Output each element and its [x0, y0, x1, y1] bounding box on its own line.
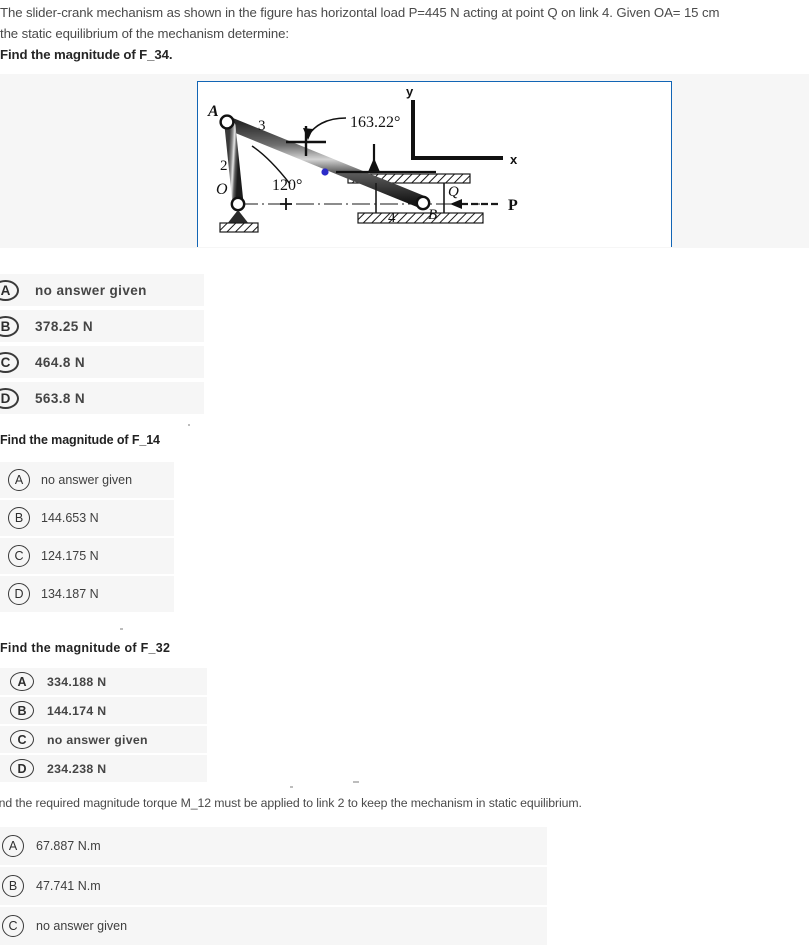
- option-letter: C: [8, 545, 30, 567]
- prompt-question-f34: Find the magnitude of F_34.: [0, 47, 173, 62]
- option-label: 124.175 N: [41, 549, 99, 563]
- prompt-line-1: The slider-crank mechanism as shown in t…: [0, 5, 720, 20]
- option-letter: C: [0, 351, 19, 373]
- label-point-q: Q: [448, 184, 459, 200]
- option-letter: A: [8, 469, 30, 491]
- link-3: [221, 116, 429, 209]
- option-letter: B: [0, 315, 19, 337]
- link-2: [224, 120, 244, 209]
- coordinate-axes: [411, 100, 503, 160]
- option-row[interactable]: C 464.8 N: [0, 346, 204, 378]
- joint-o: [230, 196, 246, 212]
- option-row[interactable]: B 144.653 N: [0, 500, 174, 536]
- scan-speck: [353, 781, 359, 783]
- option-letter: B: [10, 701, 34, 720]
- label-link-3: 3: [258, 118, 266, 134]
- option-letter: D: [0, 387, 19, 409]
- question-heading-f14: Find the magnitude of F_14: [0, 433, 160, 447]
- ground-support-o: [219, 210, 259, 233]
- label-point-b: B: [428, 207, 437, 223]
- option-label: no answer given: [47, 732, 148, 747]
- prompt-line-2: the static equilibrium of the mechanism …: [0, 26, 289, 41]
- option-letter: D: [10, 759, 34, 778]
- label-link-4: 4: [388, 210, 396, 226]
- label-axis-x: x: [510, 152, 518, 167]
- option-label: 464.8 N: [35, 354, 86, 370]
- label-angle-163: 163.22°: [350, 114, 400, 131]
- option-label: 334.188 N: [47, 674, 107, 689]
- option-row[interactable]: C no answer given: [0, 907, 547, 945]
- option-row[interactable]: A 67.887 N.m: [0, 827, 547, 865]
- option-row[interactable]: B 47.741 N.m: [0, 867, 547, 905]
- option-label: 563.8 N: [35, 390, 86, 406]
- link3-midpoint-marker: [321, 168, 329, 176]
- option-label: 144.653 N: [41, 511, 99, 525]
- answer-group-f34: A no answer given B 378.25 N C 464.8 N D…: [0, 274, 205, 418]
- label-axis-y: y: [406, 84, 414, 99]
- answer-group-f14: Find the magnitude of F_14 A no answer g…: [0, 433, 180, 614]
- option-label: 134.187 N: [41, 587, 99, 601]
- option-label: no answer given: [41, 473, 133, 487]
- mechanism-figure: A O B Q P 2 3 4 163.22° 120° y x: [197, 81, 672, 247]
- question-heading-f32: Find the magnitude of F_32: [0, 641, 171, 655]
- label-link-2: 2: [220, 158, 228, 174]
- label-point-o: O: [216, 181, 228, 198]
- answer-group-f32: Find the magnitude of F_32 A 334.188 N B…: [0, 641, 215, 784]
- option-letter: C: [2, 915, 24, 937]
- option-letter: A: [10, 672, 34, 691]
- option-letter: A: [2, 835, 24, 857]
- scan-speck: [290, 786, 293, 788]
- option-label: 378.25 N: [35, 318, 93, 334]
- label-angle-120: 120°: [272, 177, 302, 194]
- label-force-p: P: [508, 197, 518, 214]
- option-label: 234.238 N: [47, 761, 107, 776]
- option-row[interactable]: A 334.188 N: [0, 668, 207, 695]
- option-letter: D: [8, 583, 30, 605]
- option-label: 144.174 N: [47, 703, 107, 718]
- option-row[interactable]: D 234.238 N: [0, 755, 207, 782]
- option-row[interactable]: C 124.175 N: [0, 538, 174, 574]
- slider-crank-diagram: A O B Q P 2 3 4 163.22° 120° y x: [207, 84, 518, 233]
- option-letter: B: [2, 875, 24, 897]
- option-row[interactable]: A no answer given: [0, 274, 204, 306]
- question-prompt: The slider-crank mechanism as shown in t…: [0, 0, 809, 66]
- option-row[interactable]: C no answer given: [0, 726, 207, 753]
- option-row[interactable]: B 378.25 N: [0, 310, 204, 342]
- option-label: no answer given: [36, 919, 128, 933]
- option-letter: B: [8, 507, 30, 529]
- option-letter: C: [10, 730, 34, 749]
- scan-speck: [120, 628, 123, 630]
- joint-a: [219, 114, 235, 130]
- option-row[interactable]: D 563.8 N: [0, 382, 204, 414]
- question-heading-m12: ind the required magnitude torque M_12 m…: [0, 796, 582, 810]
- scan-speck: [188, 424, 190, 426]
- option-label: no answer given: [35, 282, 147, 298]
- force-p-arrow: [450, 199, 498, 209]
- answer-group-m12: ind the required magnitude torque M_12 m…: [0, 796, 582, 947]
- option-label: 67.887 N.m: [36, 839, 101, 853]
- option-letter: A: [0, 279, 19, 301]
- label-point-a: A: [207, 103, 219, 120]
- option-row[interactable]: D 134.187 N: [0, 576, 174, 612]
- option-label: 47.741 N.m: [36, 879, 101, 893]
- option-row[interactable]: B 144.174 N: [0, 697, 207, 724]
- option-row[interactable]: A no answer given: [0, 462, 174, 498]
